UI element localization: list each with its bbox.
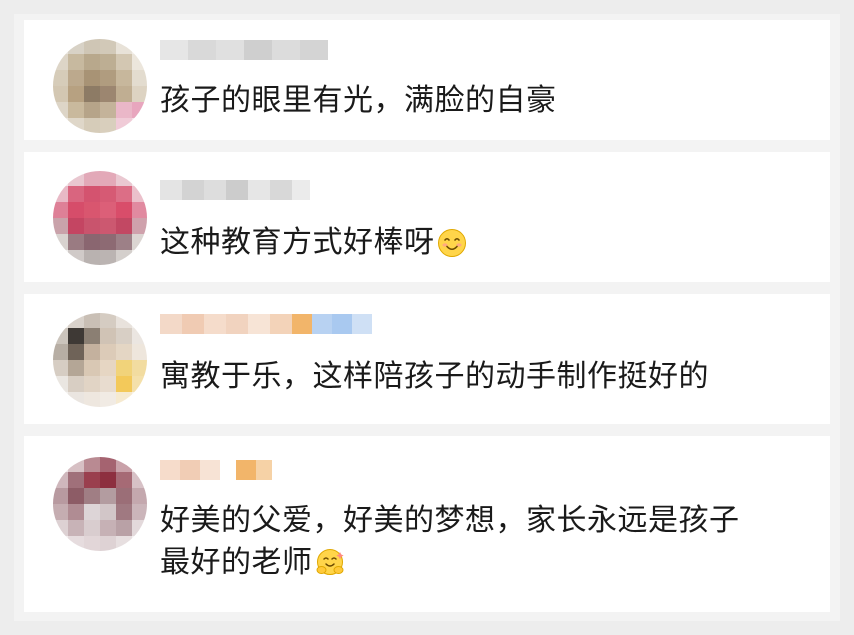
comment-text: 这种教育方式好棒呀: [160, 222, 820, 264]
hug-face-emoji: [316, 549, 344, 575]
comment-item[interactable]: 好美的父爱，好美的梦想，家长永远是孩子 最好的老师: [24, 436, 830, 612]
avatar[interactable]: [53, 171, 147, 265]
comment-item[interactable]: 孩子的眼里有光，满脸的自豪: [24, 20, 830, 140]
username-blurred[interactable]: [160, 460, 272, 480]
username-blurred[interactable]: [160, 314, 372, 334]
username-blurred[interactable]: [160, 40, 328, 60]
avatar[interactable]: [53, 457, 147, 551]
comment-text: 好美的父爱，好美的梦想，家长永远是孩子 最好的老师: [160, 503, 740, 580]
avatar[interactable]: [53, 39, 147, 133]
comment-item[interactable]: 寓教于乐，这样陪孩子的动手制作挺好的: [24, 294, 830, 424]
comment-text: 孩子的眼里有光，满脸的自豪: [160, 83, 557, 118]
comment-text: 寓教于乐，这样陪孩子的动手制作挺好的: [160, 359, 709, 394]
avatar[interactable]: [53, 313, 147, 407]
smiling-face-emoji: [437, 229, 466, 257]
username-blurred[interactable]: [160, 180, 310, 200]
comment-item[interactable]: 这种教育方式好棒呀: [24, 152, 830, 282]
comment-list: 孩子的眼里有光，满脸的自豪 这种教育方式好棒呀 寓教于乐，这样陪孩子的动手制作挺…: [14, 14, 840, 621]
